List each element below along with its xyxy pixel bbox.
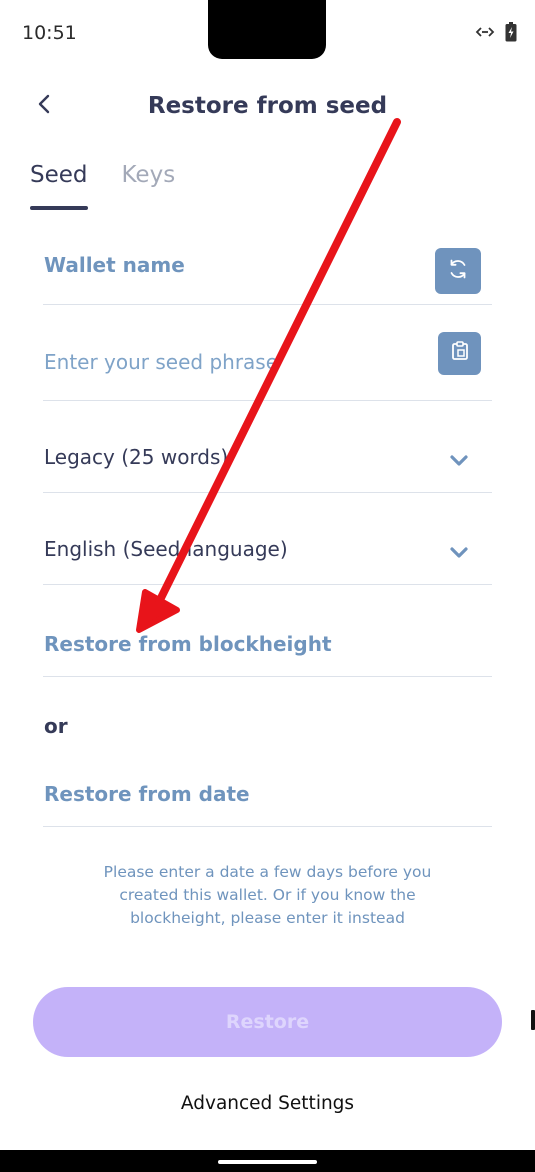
restore-date-label: Restore from date xyxy=(44,782,250,806)
tab-keys[interactable]: Keys xyxy=(122,162,176,210)
clipboard-icon xyxy=(449,340,471,367)
status-time: 10:51 xyxy=(22,22,77,44)
blockheight-field[interactable]: Restore from blockheight xyxy=(43,612,492,677)
camera-notch xyxy=(208,0,326,59)
status-bar: 10:51 xyxy=(0,0,535,66)
page-title: Restore from seed xyxy=(147,93,388,119)
blockheight-label: Restore from blockheight xyxy=(44,632,332,656)
paste-button[interactable] xyxy=(438,332,481,375)
chevron-down-icon[interactable] xyxy=(448,546,470,560)
restore-button[interactable]: Restore xyxy=(33,987,502,1057)
edge-mark xyxy=(531,1010,535,1030)
wallet-name-label: Wallet name xyxy=(44,253,185,277)
advanced-settings-link[interactable]: Advanced Settings xyxy=(0,1093,535,1114)
battery-charging-icon xyxy=(505,22,517,42)
tab-seed[interactable]: Seed xyxy=(30,162,88,210)
seed-phrase-field[interactable]: Enter your seed phrase xyxy=(43,325,492,401)
help-text-line: created this wallet. Or if you know the xyxy=(119,886,416,904)
seed-language-dropdown[interactable]: English (Seed language) xyxy=(43,517,492,585)
refresh-icon xyxy=(445,256,471,287)
restore-date-field[interactable]: Restore from date xyxy=(43,762,492,827)
help-text-line: blockheight, please enter it instead xyxy=(130,909,405,927)
home-indicator[interactable] xyxy=(218,1160,317,1164)
wallet-name-field[interactable]: Wallet name xyxy=(43,240,492,305)
navigation-bar xyxy=(0,1150,535,1172)
regenerate-name-button[interactable] xyxy=(435,248,481,294)
header: Restore from seed xyxy=(0,80,535,132)
help-text: Please enter a date a few days before yo… xyxy=(90,861,445,930)
data-transfer-icon xyxy=(475,25,495,39)
seed-phrase-input[interactable]: Enter your seed phrase xyxy=(44,350,278,374)
tab-bar: Seed Keys xyxy=(30,162,175,214)
status-icons xyxy=(475,22,517,42)
seed-type-value: Legacy (25 words) xyxy=(44,445,229,469)
help-text-line: Please enter a date a few days before yo… xyxy=(103,863,432,881)
or-separator: or xyxy=(44,714,68,738)
seed-type-dropdown[interactable]: Legacy (25 words) xyxy=(43,425,492,493)
chevron-down-icon[interactable] xyxy=(448,454,470,468)
seed-language-value: English (Seed language) xyxy=(44,537,288,561)
